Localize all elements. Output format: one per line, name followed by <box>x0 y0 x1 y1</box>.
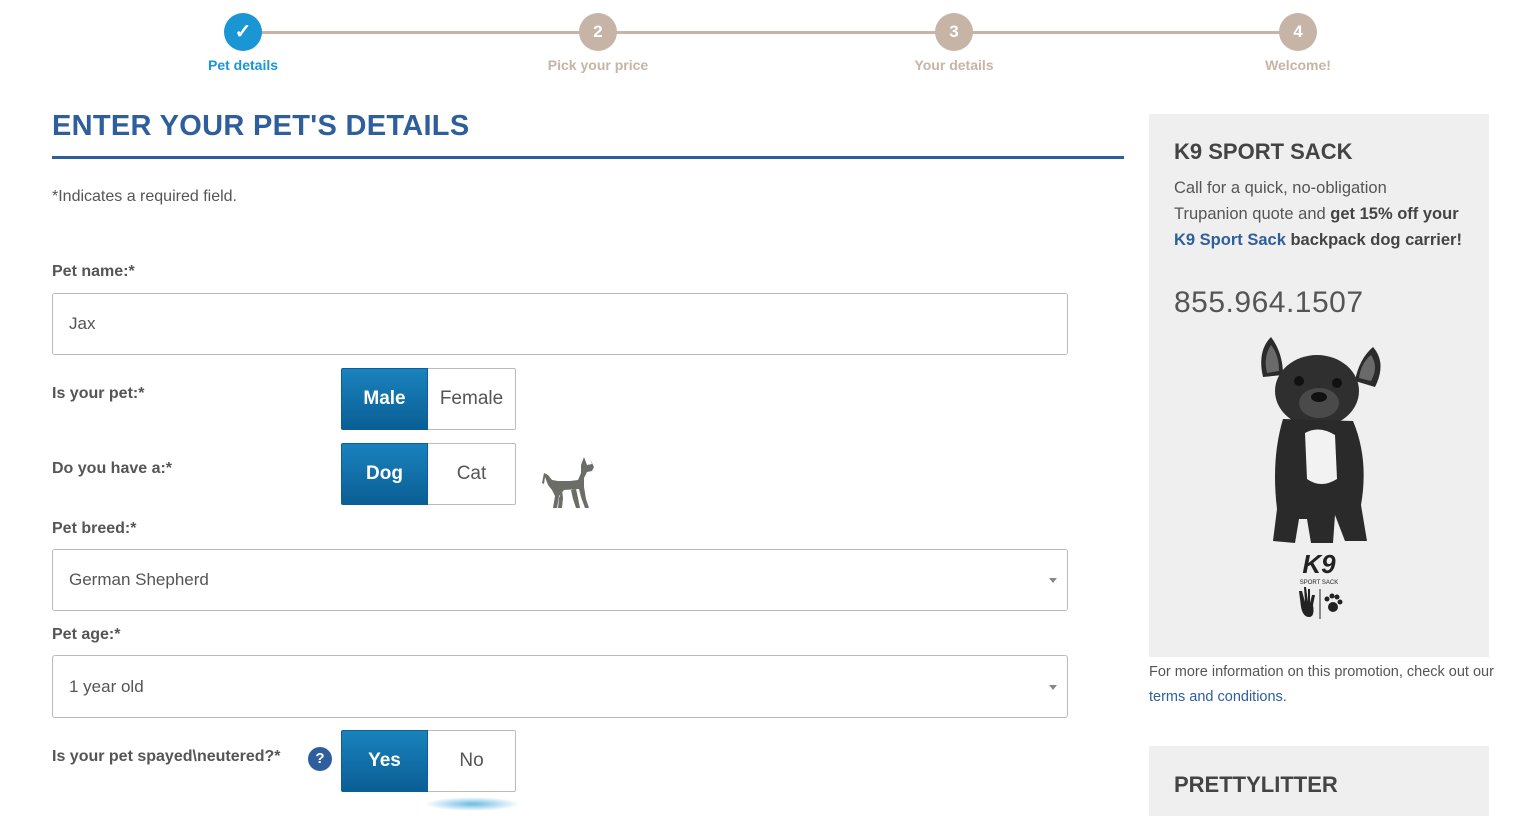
pet-species-label: Do you have a:* <box>52 460 173 477</box>
k9-sport-sack-link[interactable]: K9 Sport Sack <box>1174 231 1286 249</box>
k9-logo-subtext: SPORT SACK <box>1300 580 1338 586</box>
pet-breed-select[interactable]: German Shepherd <box>52 549 1068 611</box>
terms-note-text: For more information on this promotion, … <box>1149 664 1494 680</box>
pet-species-toggle: Dog Cat <box>341 443 516 505</box>
female-button[interactable]: Female <box>428 368 516 430</box>
promo-title: PRETTYLITTER <box>1174 772 1338 797</box>
step-welcome: 4 Welcome! <box>1198 13 1398 73</box>
prettylitter-promo: PRETTYLITTER <box>1149 746 1489 816</box>
french-bulldog-image: K9 SPORT SACK <box>1261 337 1381 619</box>
next-button-glow <box>425 797 520 811</box>
terms-note-suffix: . <box>1282 689 1287 705</box>
spayed-neutered-label: Is your pet spayed\neutered?* <box>52 748 281 765</box>
no-button[interactable]: No <box>428 730 516 792</box>
promo-phone-number[interactable]: 855.964.1507 <box>1174 286 1364 320</box>
pet-age-label: Pet age:* <box>52 626 121 643</box>
step-connector <box>243 31 1298 34</box>
k9-logo-text: K9 <box>1302 549 1336 579</box>
step-number: 4 <box>1279 13 1317 51</box>
help-icon[interactable]: ? <box>308 747 332 771</box>
step-number: 3 <box>935 13 973 51</box>
yes-button[interactable]: Yes <box>341 730 428 792</box>
step-label: Welcome! <box>1265 57 1331 73</box>
spayed-neutered-toggle: Yes No <box>341 730 516 792</box>
dog-silhouette-icon <box>542 457 594 508</box>
title-divider <box>52 156 1124 159</box>
step-pick-your-price: 2 Pick your price <box>498 13 698 73</box>
pet-breed-value: German Shepherd <box>69 570 209 589</box>
promo-title: K9 SPORT SACK <box>1174 139 1353 164</box>
promo-text-offer: get 15% off your <box>1330 205 1459 223</box>
step-label: Your details <box>914 57 994 73</box>
cat-button[interactable]: Cat <box>428 443 516 505</box>
chevron-down-icon <box>1049 685 1057 690</box>
male-button[interactable]: Male <box>341 368 428 430</box>
promo-text: Call for a quick, no-obligation Trupanio… <box>1174 175 1464 253</box>
pet-age-select[interactable]: 1 year old <box>52 655 1068 718</box>
step-label: Pick your price <box>547 57 649 73</box>
progress-stepper: ✓ Pet details 2 Pick your price 3 Your d… <box>0 0 1535 90</box>
pet-sex-toggle: Male Female <box>341 368 516 430</box>
pet-name-label: Pet name:* <box>52 263 135 280</box>
step-number: 2 <box>579 13 617 51</box>
promotion-terms-note: For more information on this promotion, … <box>1149 660 1494 710</box>
page-title: ENTER YOUR PET'S DETAILS <box>52 110 470 142</box>
pet-breed-label: Pet breed:* <box>52 520 137 537</box>
pet-age-value: 1 year old <box>69 677 144 696</box>
check-icon: ✓ <box>224 13 262 51</box>
step-your-details: 3 Your details <box>854 13 1054 73</box>
k9-sport-sack-promo: K9 SPORT SACK Call for a quick, no-oblig… <box>1149 114 1489 657</box>
terms-and-conditions-link[interactable]: terms and conditions <box>1149 689 1283 705</box>
chevron-down-icon <box>1049 578 1057 583</box>
dog-button[interactable]: Dog <box>341 443 428 505</box>
promo-text-carrier: backpack dog carrier! <box>1285 231 1462 249</box>
step-label: Pet details <box>207 57 279 73</box>
step-pet-details[interactable]: ✓ Pet details <box>143 13 343 73</box>
pet-name-input[interactable]: Jax <box>52 293 1068 355</box>
required-field-note: *Indicates a required field. <box>52 188 237 205</box>
pet-sex-label: Is your pet:* <box>52 385 145 402</box>
